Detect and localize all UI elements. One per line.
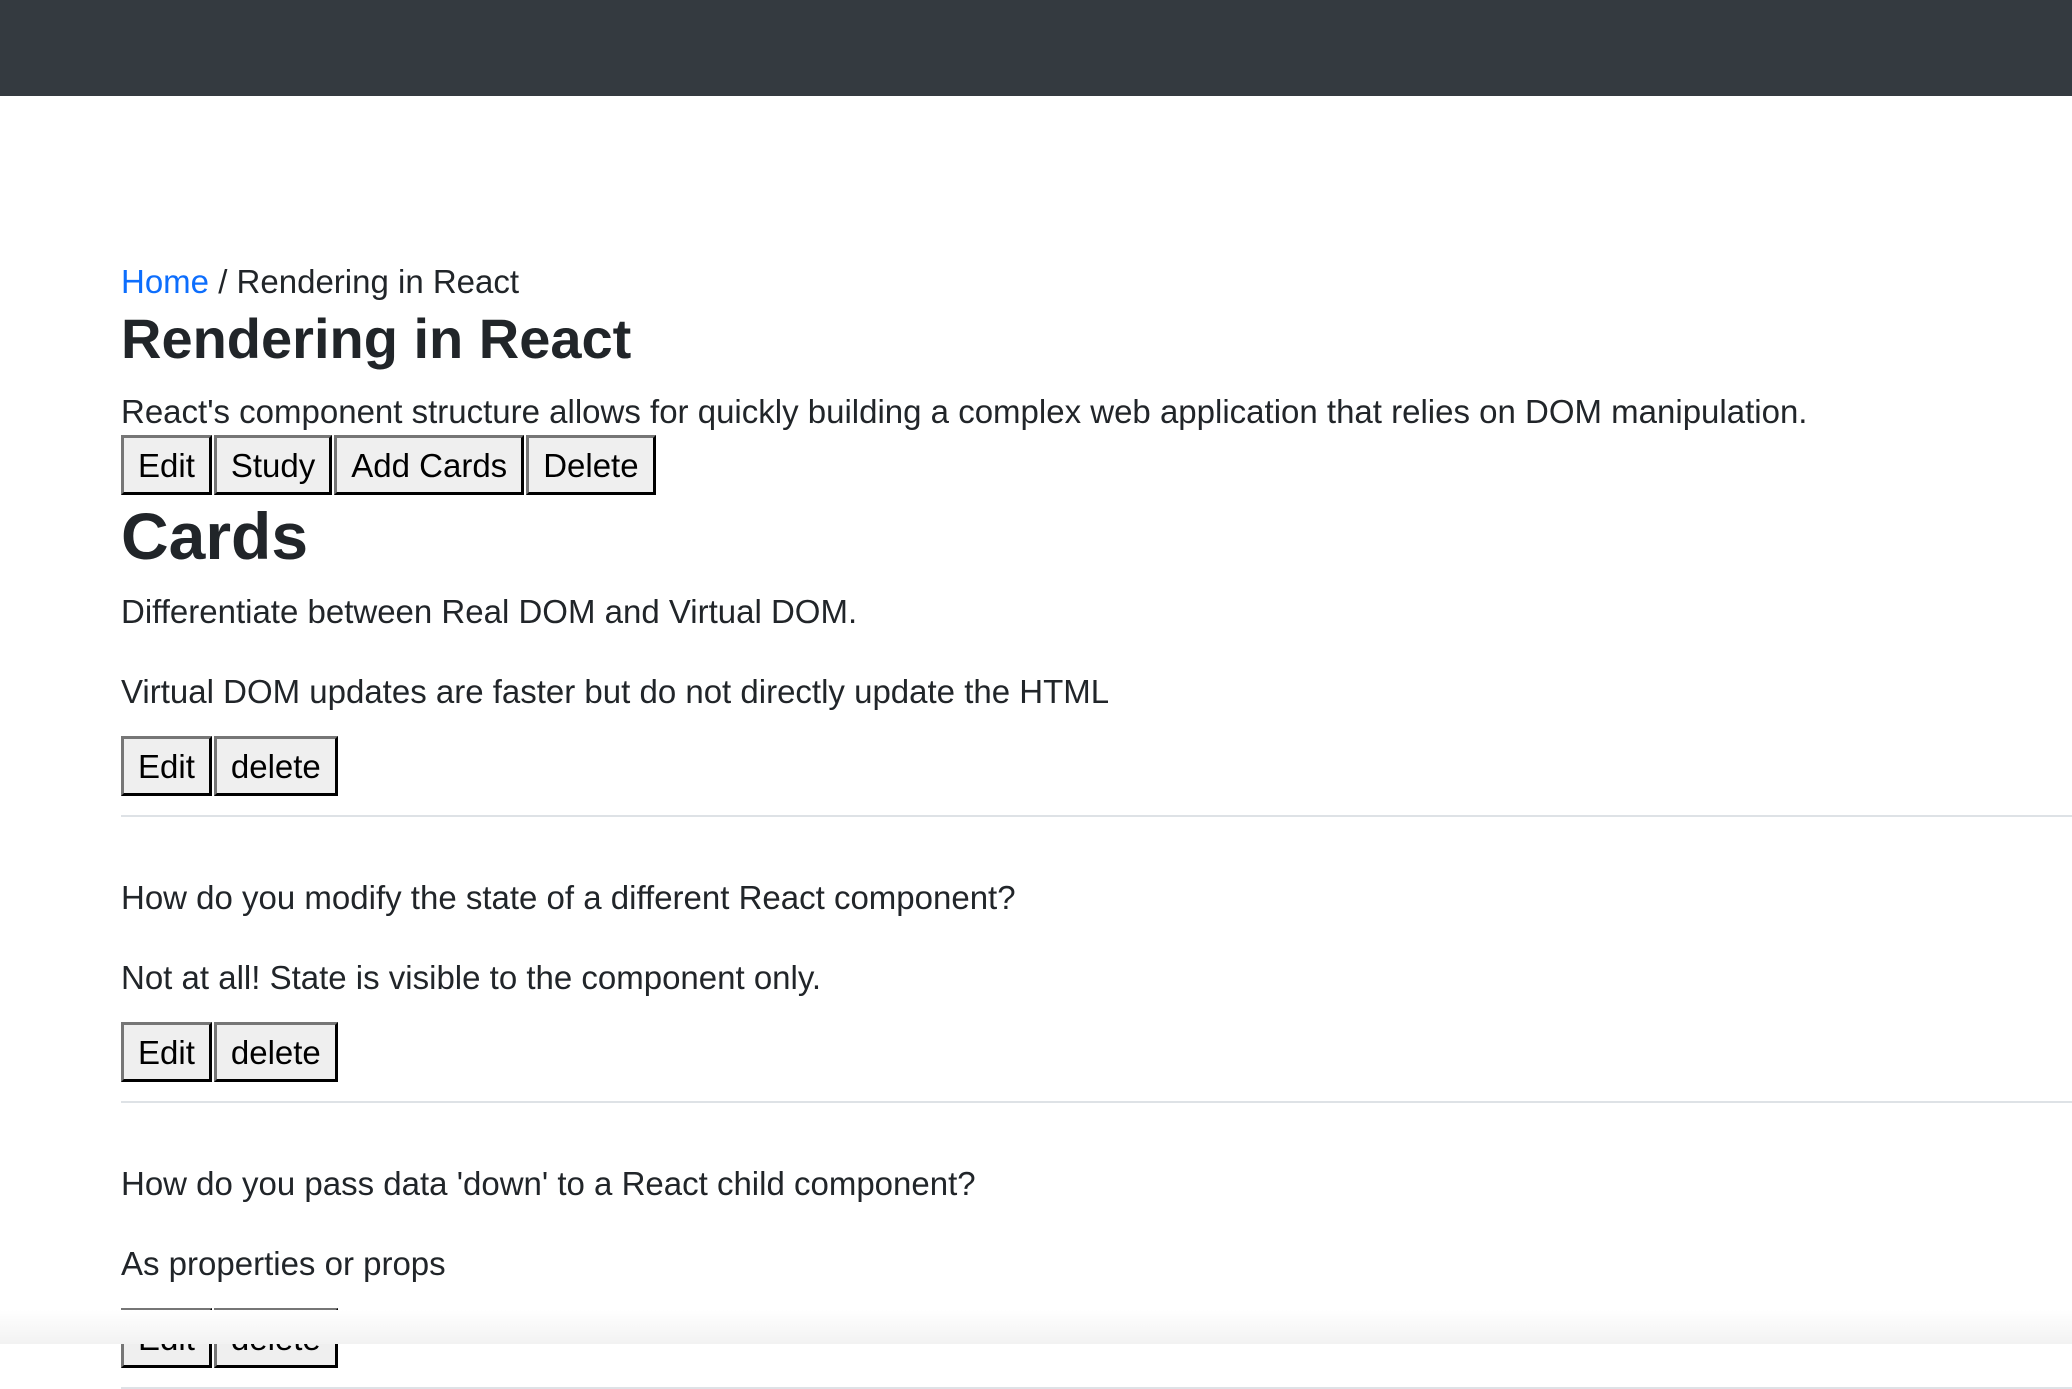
- card-front: Differentiate between Real DOM and Virtu…: [121, 590, 857, 634]
- card-back: Not at all! State is visible to the comp…: [121, 956, 821, 1000]
- card-divider: [121, 815, 2072, 817]
- breadcrumb: Home / Rendering in React: [121, 260, 519, 304]
- card-back: Virtual DOM updates are faster but do no…: [121, 670, 1109, 714]
- card-divider: [121, 1101, 2072, 1103]
- card-actions: Edit delete: [121, 736, 340, 796]
- delete-card-button[interactable]: delete: [214, 736, 338, 796]
- edit-deck-button[interactable]: Edit: [121, 435, 212, 495]
- delete-deck-button[interactable]: Delete: [526, 435, 655, 495]
- deck-description: React's component structure allows for q…: [121, 390, 1807, 434]
- bottom-shadow: [0, 1310, 2072, 1344]
- breadcrumb-home-link[interactable]: Home: [121, 263, 209, 300]
- navbar: [0, 0, 2072, 96]
- delete-card-button[interactable]: delete: [214, 1022, 338, 1082]
- breadcrumb-current: Rendering in React: [237, 263, 520, 300]
- deck-title: Rendering in React: [121, 304, 631, 374]
- add-cards-button[interactable]: Add Cards: [334, 435, 524, 495]
- breadcrumb-separator: /: [209, 263, 237, 300]
- edit-card-button[interactable]: Edit: [121, 1022, 212, 1082]
- card-front: How do you modify the state of a differe…: [121, 876, 1016, 920]
- card-actions: Edit delete: [121, 1022, 340, 1082]
- card-front: How do you pass data 'down' to a React c…: [121, 1162, 976, 1206]
- card-back: As properties or props: [121, 1242, 446, 1286]
- deck-actions: Edit Study Add Cards Delete: [121, 435, 658, 495]
- study-button[interactable]: Study: [214, 435, 332, 495]
- edit-card-button[interactable]: Edit: [121, 736, 212, 796]
- cards-heading: Cards: [121, 496, 308, 576]
